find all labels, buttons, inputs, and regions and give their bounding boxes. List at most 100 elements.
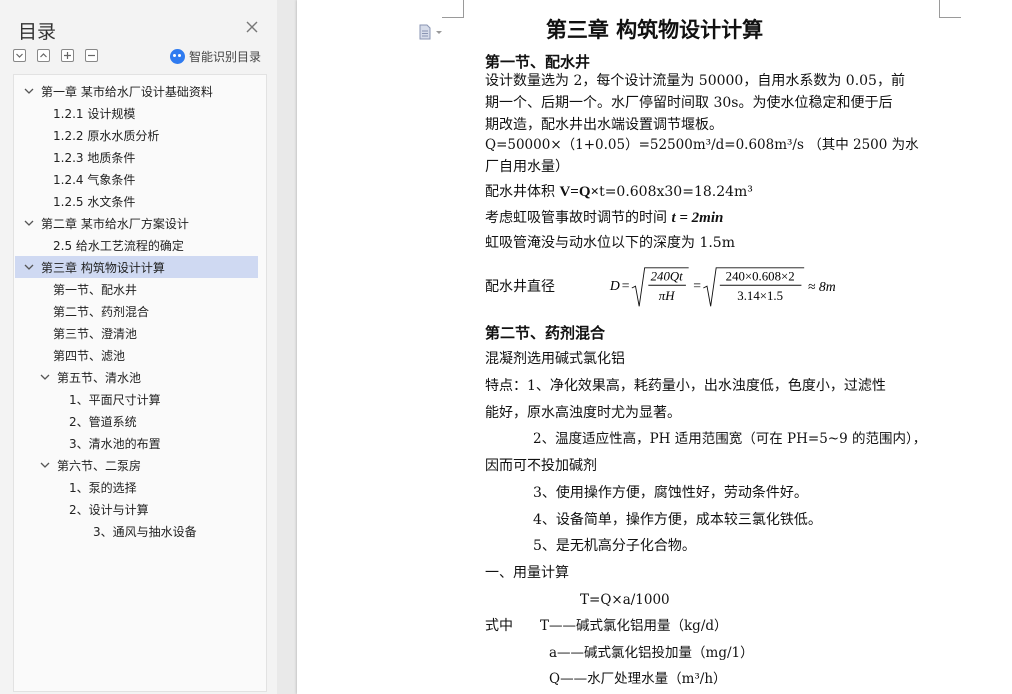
paragraph-line: Q=50000×（1+0.05）=52500m³/d=0.608m³/s （其中… [485, 137, 919, 153]
formula-num1: 240Qt [651, 270, 684, 284]
toc-pane: 目录 智能识别目录 第一章 某市给水厂设计基础资料 1.2.1 设计规模 1.2.2… [0, 0, 277, 694]
paragraph-line: 期改造，配水井出水端设置调节堰板。 [485, 117, 723, 133]
where-line: Q——水厂处理水量（m³/h） [549, 671, 727, 687]
paragraph-line: 能好，原水高浊度时尤为显著。 [485, 405, 681, 421]
toc-item-label: 第三节、澄清池 [53, 326, 138, 341]
paragraph-line: 因而可不投加碱剂 [485, 458, 597, 474]
toc-item-label: 第四节、滤池 [53, 348, 126, 363]
smart-recognize-label: 智能识别目录 [189, 50, 262, 64]
toc-item[interactable]: 1.2.1 设计规模 [15, 102, 258, 124]
volume-math: V=Q× [559, 184, 600, 200]
section-heading: 第一节、配水井 [485, 53, 591, 71]
volume-line: 配水井体积 V=Q×t=0.608x30=18.24m³ [485, 183, 753, 201]
document-area: 第三章 构筑物设计计算 第一节、配水井 设计数量选为 2，每个设计流量为 500… [277, 0, 1012, 694]
chapter-title: 第三章 构筑物设计计算 [545, 17, 764, 42]
toc-item-label: 1、平面尺寸计算 [69, 392, 161, 407]
expand-all-icon[interactable] [13, 49, 26, 62]
paragraph-line: 4、设备简单，操作方便，成本较三氯化铁低。 [533, 512, 822, 528]
paragraph-line: 2、温度适应性高，PH 适用范围宽（可在 PH=5~9 的范围内）， [533, 431, 927, 447]
where-label: 式中 [485, 618, 513, 634]
toc-item-label: 3、通风与抽水设备 [93, 524, 197, 539]
toc-item-label: 第三章 构筑物设计计算 [41, 260, 165, 275]
paragraph-line: 虹吸管淹没与动水位以下的深度为 1.5m [485, 235, 735, 251]
smart-recognize-icon [170, 49, 185, 64]
toc-item-label: 1.2.2 原水水质分析 [53, 128, 160, 143]
toc-item[interactable]: 第一章 某市给水厂设计基础资料 [15, 80, 258, 102]
paragraph-line: 厂自用水量） [485, 159, 569, 175]
paragraph-line: 设计数量选为 2，每个设计流量为 50000，自用水系数为 0.05，前 [485, 73, 905, 89]
toc-item-label: 2、管道系统 [69, 414, 137, 429]
paragraph-line: 混凝剂选用碱式氯化铝 [485, 351, 625, 367]
chevron-down-icon[interactable] [23, 261, 35, 273]
dosage-formula: T=Q×a/1000 [580, 592, 670, 608]
formula-eq2: = [693, 278, 701, 293]
toc-item[interactable]: 2、设计与计算 [15, 498, 258, 520]
paragraph-line: 5、是无机高分子化合物。 [533, 538, 696, 554]
toc-item[interactable]: 1.2.4 气象条件 [15, 168, 258, 190]
toc-item[interactable]: 2.5 给水工艺流程的确定 [15, 234, 258, 256]
where-line: a——碱式氯化铝投加量（mg/1） [549, 645, 754, 661]
toc-item-label: 第二章 某市给水厂方案设计 [41, 216, 189, 231]
siphon-time-math: t = 2min [671, 210, 724, 226]
collapse-all-icon[interactable] [37, 49, 50, 62]
toc-item[interactable]: 1.2.3 地质条件 [15, 146, 258, 168]
toc-item[interactable]: 第五节、清水池 [15, 366, 258, 388]
smart-recognize-toc-button[interactable]: 智能识别目录 [170, 48, 261, 65]
formula-den2: 3.14×1.5 [737, 289, 783, 303]
toc-item[interactable]: 第二章 某市给水厂方案设计 [15, 212, 258, 234]
toc-item-label: 1.2.3 地质条件 [53, 150, 136, 165]
diameter-label: 配水井直径 [485, 279, 555, 295]
formula-eq: = [622, 278, 630, 293]
remove-heading-icon[interactable] [85, 49, 98, 62]
paragraph-line: 期一个、后期一个。水厂停留时间取 30s。为使水位稳定和便于后 [485, 95, 893, 111]
toc-list: 第一章 某市给水厂设计基础资料 1.2.1 设计规模 1.2.2 原水水质分析 1.2… [13, 74, 267, 692]
siphon-time-label: 考虑虹吸管事故时调节的时间 [485, 210, 672, 226]
section-heading: 第二节、药剂混合 [485, 324, 606, 342]
toc-title: 目录 [18, 21, 57, 43]
subsection-heading: 一、用量计算 [485, 565, 569, 581]
siphon-time-line: 考虑虹吸管事故时调节的时间 t = 2min [485, 209, 723, 227]
toc-item[interactable]: 1、泵的选择 [15, 476, 258, 498]
toc-item-label: 1.2.5 水文条件 [53, 194, 136, 209]
toc-item[interactable]: 第三章 构筑物设计计算 [15, 256, 258, 278]
formula-num2: 240×0.608×2 [726, 270, 795, 284]
close-icon[interactable] [244, 19, 260, 35]
toc-item-label: 1.2.1 设计规模 [53, 106, 136, 121]
formula-result: ≈ 8m [808, 279, 836, 294]
toc-item[interactable]: 2、管道系统 [15, 410, 258, 432]
where-line: T——碱式氯化铝用量（kg/d） [540, 618, 728, 634]
chevron-down-icon[interactable] [39, 459, 51, 471]
toc-item[interactable]: 1.2.2 原水水质分析 [15, 124, 258, 146]
toc-item-label: 2、设计与计算 [69, 502, 149, 517]
toc-item-label: 第五节、清水池 [57, 370, 142, 385]
toc-item-label: 1.2.4 气象条件 [53, 172, 136, 187]
toc-item-label: 3、清水池的布置 [69, 436, 161, 451]
toc-item[interactable]: 第六节、二泵房 [15, 454, 258, 476]
add-heading-icon[interactable] [61, 49, 74, 62]
toc-item[interactable]: 3、通风与抽水设备 [15, 520, 258, 542]
diameter-formula: D = 240Qt πH = 240×0.608×2 3.14×1.5 ≈ 8m [609, 267, 836, 307]
toc-item[interactable]: 第三节、澄清池 [15, 322, 258, 344]
formula-den1: πH [659, 289, 675, 303]
chevron-down-icon[interactable] [23, 85, 35, 97]
toc-toolbar [13, 49, 98, 62]
toc-item[interactable]: 1、平面尺寸计算 [15, 388, 258, 410]
chevron-down-icon[interactable] [23, 217, 35, 229]
paragraph-line: 3、使用操作方便，腐蚀性好，劳动条件好。 [533, 485, 808, 501]
toc-item[interactable]: 第一节、配水井 [15, 278, 258, 300]
toc-item[interactable]: 1.2.5 水文条件 [15, 190, 258, 212]
toc-item-label: 第六节、二泵房 [57, 458, 142, 473]
toc-item[interactable]: 第二节、药剂混合 [15, 300, 258, 322]
toc-item-label: 2.5 给水工艺流程的确定 [53, 238, 184, 253]
paragraph-line: 特点：1、净化效果高，耗药量小，出水浊度低，色度小，过滤性 [485, 378, 886, 394]
volume-value: t=0.608x30=18.24m³ [599, 184, 753, 200]
toc-item-label: 第一章 某市给水厂设计基础资料 [41, 84, 213, 99]
chevron-down-icon[interactable] [39, 371, 51, 383]
toc-item[interactable]: 3、清水池的布置 [15, 432, 258, 454]
volume-label: 配水井体积 [485, 184, 560, 200]
document-page: 第三章 构筑物设计计算 第一节、配水井 设计数量选为 2，每个设计流量为 500… [297, 0, 1012, 694]
toc-item-label: 1、泵的选择 [69, 480, 137, 495]
formula-lhs: D [609, 278, 620, 293]
toc-item-label: 第一节、配水井 [53, 282, 138, 297]
toc-item[interactable]: 第四节、滤池 [15, 344, 258, 366]
